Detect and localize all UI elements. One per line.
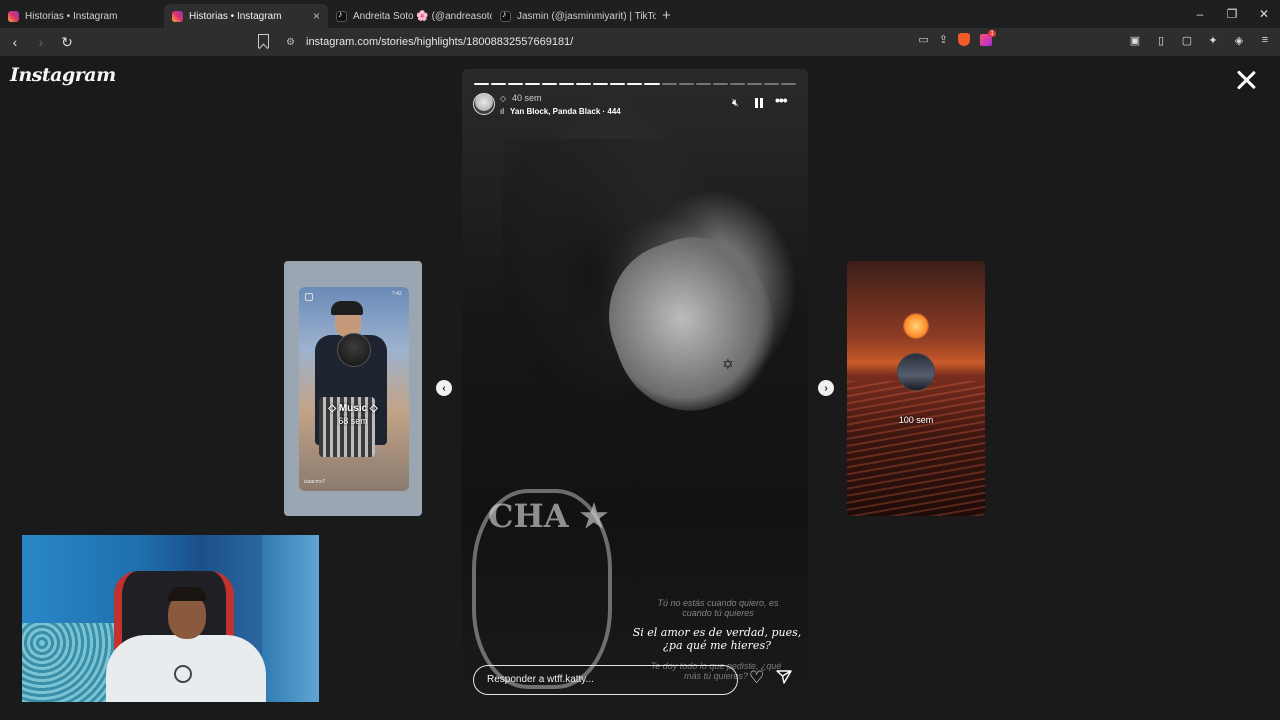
preview-time: 100 sem [898, 415, 934, 425]
tab-jasmin[interactable]: Jasmin (@jasminmiyarit) | TikTok [492, 4, 656, 28]
progress-segment [610, 83, 626, 85]
mute-icon[interactable]: 🔇︎ [732, 97, 739, 110]
site-info-icon[interactable]: ⚙ [286, 37, 300, 48]
brave-shields-icon[interactable] [958, 33, 970, 46]
sidebar-icon[interactable]: ▯ [1154, 34, 1168, 47]
reader-icon[interactable]: ▣ [1128, 34, 1142, 47]
reload-button[interactable]: ↻ [56, 31, 78, 53]
instagram-icon [8, 10, 19, 22]
progress-segment [763, 83, 779, 85]
webcam-wall [262, 535, 319, 702]
tab-title: Historias • Instagram [25, 10, 118, 22]
tab-title: Historias • Instagram [189, 10, 282, 22]
tab-historias-2[interactable]: Historias • Instagram × [164, 4, 328, 28]
progress-segment [525, 83, 541, 85]
progress-segment [576, 83, 592, 85]
instagram-logo[interactable]: Instagram [10, 64, 116, 86]
share-icon[interactable]: ⇪ [939, 33, 948, 46]
window-controls: – ❐ ✕ [1184, 0, 1280, 28]
instagram-icon [172, 10, 183, 22]
progress-segment [729, 83, 745, 85]
camera-icon [305, 293, 313, 301]
progress-segment [661, 83, 677, 85]
minimize-button[interactable]: – [1184, 0, 1216, 28]
music-bars-icon: ıl [500, 107, 504, 116]
leo-icon[interactable]: ✦ [1206, 34, 1220, 47]
webcam-shirt-logo [174, 665, 192, 683]
new-tab-button[interactable]: + [662, 7, 671, 24]
reply-input[interactable]: Responder a wtff.katty... [473, 665, 738, 695]
preview-label: ◇ Music ◇ [328, 403, 378, 414]
preview-avatar [337, 333, 371, 367]
shirt-print-text: CHA ★ [488, 497, 609, 535]
preview-image [299, 287, 409, 491]
next-arrow-icon[interactable]: › [818, 380, 834, 396]
more-options-icon[interactable]: ••• [775, 92, 788, 108]
tab-strip: Historias • Instagram Historias • Instag… [0, 0, 1280, 28]
preview-avatar [897, 353, 935, 391]
preview-watermark: isaacmv7 [304, 479, 326, 485]
webcam-person-hair [168, 587, 206, 601]
progress-segment [678, 83, 694, 85]
progress-segment [780, 83, 796, 85]
address-bar[interactable]: ⚙ instagram.com/stories/highlights/18008… [280, 29, 1000, 53]
browser-toolbar: ‹ › ↻ ⚙ instagram.com/stories/highlights… [0, 28, 1280, 56]
progress-segment [559, 83, 575, 85]
preview-time: 68 sem [338, 416, 368, 426]
progress-segment [474, 83, 490, 85]
lyric-previous: Tú no estás cuando quiero, es cuando tú … [657, 598, 779, 618]
tab-historias-1[interactable]: Historias • Instagram [0, 4, 164, 28]
sunset-sun [903, 313, 929, 339]
vpn-icon[interactable]: ◈ [1232, 34, 1246, 47]
tab-title: Andreita Soto 🌸 (@andreasoto823) [353, 10, 492, 22]
highlight-icon: ◇ [500, 94, 507, 103]
progress-segment [508, 83, 524, 85]
rewards-badge: 1 [988, 29, 996, 37]
wallet-icon[interactable]: ▢ [1180, 34, 1194, 47]
story-avatar[interactable] [473, 93, 495, 115]
sea-waves [847, 381, 985, 516]
pause-icon[interactable] [754, 98, 764, 108]
url-text[interactable]: instagram.com/stories/highlights/1800883… [306, 36, 573, 48]
progress-segment [491, 83, 507, 85]
progress-segment [627, 83, 643, 85]
forward-button[interactable]: › [30, 31, 52, 53]
cast-icon[interactable]: ▭ [918, 33, 928, 46]
extension-tools: ▣ ▯ ▢ ✦ ◈ ≡ [1128, 34, 1272, 47]
restore-button[interactable]: ❐ [1216, 0, 1248, 28]
progress-segment [712, 83, 728, 85]
story-music[interactable]: Yan Block, Panda Black · 444 [510, 107, 621, 116]
tab-title: Jasmin (@jasminmiyarit) | TikTok [517, 10, 656, 22]
tab-andreita[interactable]: Andreita Soto 🌸 (@andreasoto823) [328, 4, 492, 28]
story-viewer[interactable]: CHA ★ ◇ 40 sem ıl Yan Block, Panda Black… [462, 69, 808, 707]
window-close-button[interactable]: ✕ [1248, 0, 1280, 28]
preview-clock: 7:42 [392, 291, 402, 297]
tiktok-icon [336, 9, 347, 22]
progress-segment [746, 83, 762, 85]
story-progress-bar [474, 83, 796, 85]
webcam-overlay [22, 535, 319, 702]
person-cap [331, 301, 363, 315]
previous-arrow-icon[interactable]: ‹ [436, 380, 452, 396]
instagram-stories-page: Instagram 7:42 ◇ Music ◇ 68 sem isaacmv7… [0, 56, 1280, 720]
progress-segment [644, 83, 660, 85]
url-actions: ▭ ⇪ 1 [918, 29, 996, 46]
star-sticker-icon: ✡ [722, 356, 734, 372]
progress-segment [542, 83, 558, 85]
story-time: 40 sem [512, 93, 542, 103]
like-heart-icon[interactable]: ♡ [749, 668, 764, 688]
next-story-preview[interactable]: 100 sem [847, 261, 985, 516]
tab-close-icon[interactable]: × [313, 9, 320, 23]
bookmark-icon[interactable] [258, 34, 269, 48]
close-stories-icon[interactable] [1236, 70, 1256, 90]
rewards-icon[interactable]: 1 [980, 29, 996, 46]
send-icon[interactable] [776, 670, 792, 684]
progress-segment [593, 83, 609, 85]
previous-story-preview[interactable]: 7:42 ◇ Music ◇ 68 sem isaacmv7 [284, 261, 422, 516]
progress-segment [695, 83, 711, 85]
menu-icon[interactable]: ≡ [1258, 34, 1272, 47]
lyric-current: Si el amor es de verdad, pues, ¿pa qué m… [632, 626, 802, 652]
tiktok-icon [500, 9, 511, 22]
back-button[interactable]: ‹ [4, 31, 26, 53]
